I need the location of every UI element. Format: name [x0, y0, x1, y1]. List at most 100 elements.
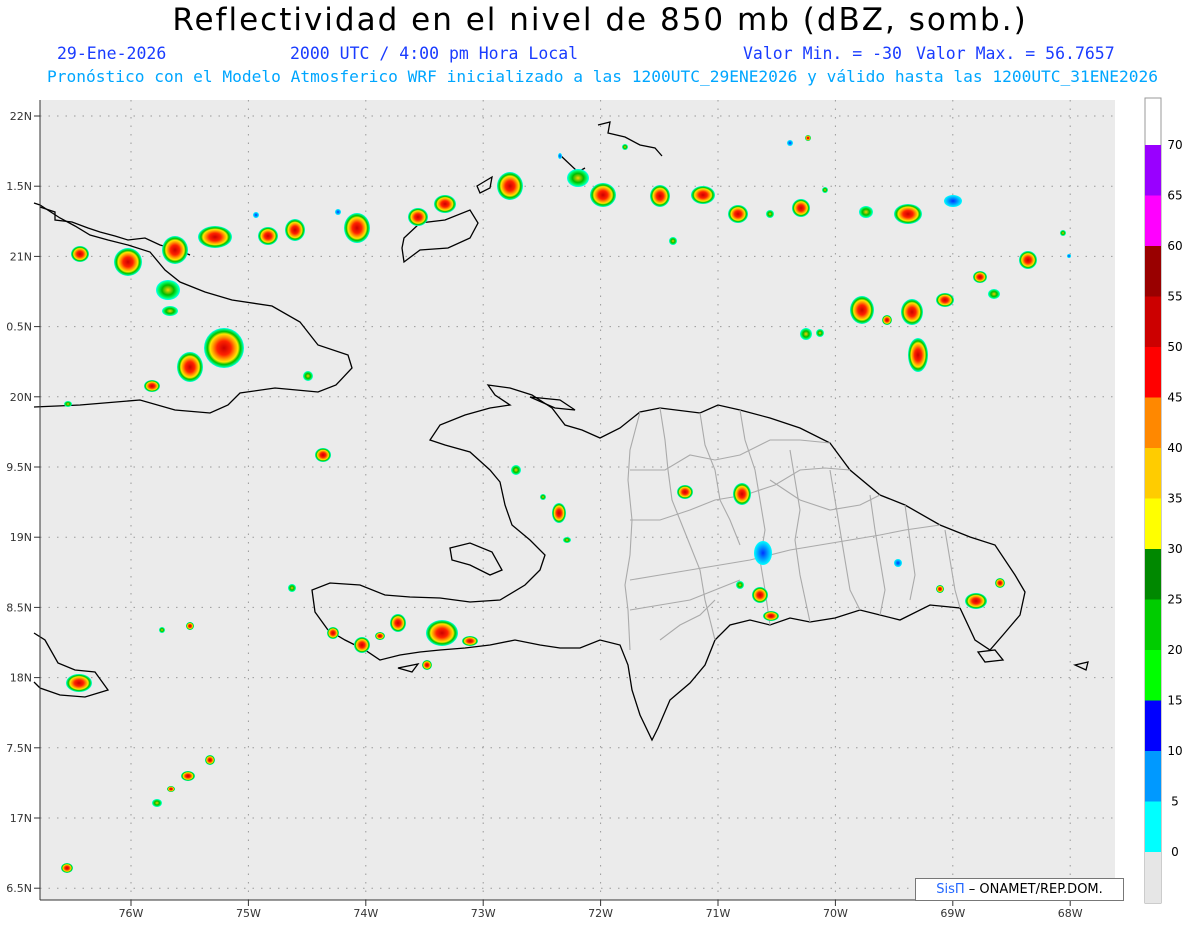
reflectivity-cell — [805, 135, 811, 141]
colorbar-label: 35 — [1167, 492, 1182, 506]
reflectivity-cell — [315, 448, 331, 462]
reflectivity-cell — [901, 299, 923, 325]
colorbar-segment — [1145, 246, 1161, 297]
reflectivity-cell — [622, 144, 628, 150]
reflectivity-cell — [408, 208, 428, 226]
reflectivity-cell — [426, 620, 458, 646]
reflectivity-cell — [156, 280, 180, 300]
reflectivity-cell — [787, 140, 793, 146]
reflectivity-cell — [894, 204, 922, 224]
lat-label: 1.5N — [6, 180, 32, 193]
lon-label: 69W — [940, 907, 965, 920]
colorbar-label: 10 — [1167, 744, 1182, 758]
colorbar-segment — [1145, 296, 1161, 347]
colorbar-segment — [1145, 347, 1161, 398]
colorbar-segment — [1145, 801, 1161, 852]
colorbar-segment — [1145, 397, 1161, 448]
reflectivity-cell — [736, 581, 744, 589]
colorbar-label: 30 — [1167, 542, 1182, 556]
reflectivity-cell — [965, 593, 987, 609]
reflectivity-cell — [288, 584, 296, 592]
reflectivity-cell — [650, 185, 670, 207]
colorbar-label: 65 — [1167, 189, 1182, 203]
lon-label: 76W — [119, 907, 144, 920]
reflectivity-cell — [882, 315, 892, 325]
reflectivity-cell — [691, 186, 715, 204]
lat-label: 20N — [10, 391, 32, 404]
lat-label: 8.5N — [6, 601, 32, 614]
reflectivity-cell — [167, 786, 175, 792]
reflectivity-cell — [677, 485, 693, 499]
reflectivity-cell — [936, 585, 944, 593]
lat-label: 9.5N — [6, 461, 32, 474]
colorbar-label: 50 — [1167, 340, 1182, 354]
colorbar-segment — [1145, 448, 1161, 499]
reflectivity-cell — [354, 637, 370, 653]
colorbar-segment — [1145, 700, 1161, 751]
reflectivity-cell — [422, 660, 432, 670]
reflectivity-cell — [198, 226, 232, 248]
longitude-labels: 76W 75W 74W 73W 72W 71W 70W 69W 68W — [119, 900, 1083, 920]
reflectivity-cell — [944, 195, 962, 207]
reflectivity-cell — [752, 587, 768, 603]
reflectivity-cell — [258, 227, 278, 245]
reflectivity-cell — [66, 674, 92, 692]
reflectivity-cell — [1060, 230, 1066, 236]
reflectivity-cell — [64, 401, 72, 407]
reflectivity-cell — [61, 863, 73, 873]
lon-label: 72W — [588, 907, 613, 920]
reflectivity-cell — [462, 636, 478, 646]
reflectivity-cell — [1019, 251, 1037, 269]
lat-label: 19N — [10, 531, 32, 544]
reflectivity-cell — [567, 169, 589, 187]
colorbar-segment — [1145, 599, 1161, 650]
colorbar-segment — [1145, 195, 1161, 246]
reflectivity-cell — [1067, 254, 1071, 258]
reflectivity-cell — [434, 195, 456, 213]
reflectivity-cell — [344, 213, 370, 243]
reflectivity-cell — [375, 632, 385, 640]
reflectivity-cell — [766, 210, 774, 218]
lon-label: 74W — [353, 907, 378, 920]
colorbar-segment — [1145, 650, 1161, 701]
reflectivity-cell — [253, 212, 259, 218]
colorbar-label: 70 — [1167, 138, 1182, 152]
reflectivity-cell — [563, 537, 571, 543]
lat-label: 18N — [10, 672, 32, 685]
reflectivity-cell — [894, 559, 902, 567]
reflectivity-cell — [669, 237, 677, 245]
reflectivity-cell — [754, 541, 772, 565]
reflectivity-cell — [390, 614, 406, 632]
colorbar-label: 20 — [1167, 643, 1182, 657]
reflectivity-cell — [303, 371, 313, 381]
colorbar-label: 25 — [1167, 593, 1182, 607]
reflectivity-cell — [204, 328, 244, 368]
colorbar-segment — [1145, 498, 1161, 549]
reflectivity-cell — [590, 183, 616, 207]
reflectivity-cell — [205, 755, 215, 765]
reflectivity-cell — [152, 799, 162, 807]
colorbar: 0 5 10 15 20 25 30 35 40 45 50 55 60 65 70 — [1144, 97, 1183, 904]
reflectivity-cell — [995, 578, 1005, 588]
reflectivity-cell — [177, 352, 203, 382]
colorbar-label: 55 — [1167, 290, 1182, 304]
lat-label: 0.5N — [6, 321, 32, 334]
reflectivity-cell — [511, 465, 521, 475]
reflectivity-cell — [540, 494, 546, 500]
reflectivity-cell — [327, 627, 339, 639]
reflectivity-cell — [850, 296, 874, 324]
reflectivity-cell — [71, 246, 89, 262]
reflectivity-cell — [114, 248, 142, 276]
reflectivity-cell — [822, 187, 828, 193]
colorbar-segment — [1145, 751, 1161, 802]
reflectivity-cell — [988, 289, 1000, 299]
reflectivity-cell — [859, 206, 873, 218]
reflectivity-cell — [144, 380, 160, 392]
colorbar-segment — [1145, 549, 1161, 600]
reflectivity-cell — [162, 306, 178, 316]
credit-box: SisΠ – ONAMET/REP.DOM. — [915, 878, 1124, 901]
reflectivity-cell — [908, 338, 928, 372]
colorbar-label: 40 — [1167, 441, 1182, 455]
colorbar-label: 0 — [1171, 845, 1179, 859]
reflectivity-cell — [497, 172, 523, 200]
